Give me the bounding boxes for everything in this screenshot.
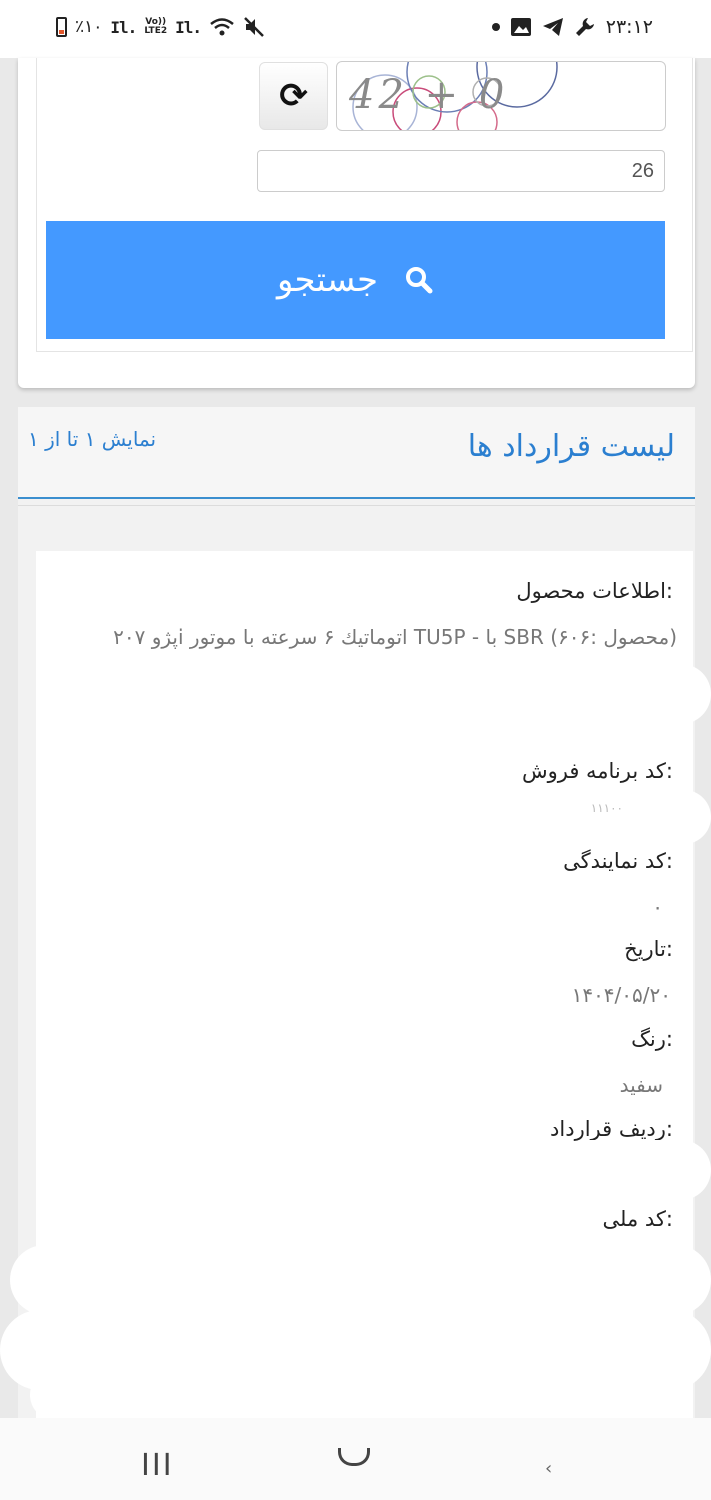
search-button[interactable]: جستجو: [46, 221, 665, 339]
product-label: اطلاعات محصول:: [516, 579, 673, 603]
list-count: نمایش ۱ تا از ۱: [28, 427, 157, 451]
date-label: تاریخ:: [624, 937, 673, 961]
agent-code-label: کد نمایندگی:: [563, 849, 673, 873]
signal-2-icon: Il.: [175, 17, 202, 37]
status-bar: ٪۱۰ Il. Vo)) LTE2 Il. ۲۳:۱۲: [0, 0, 711, 58]
redaction-mark: [640, 790, 711, 844]
wifi-icon: [210, 18, 234, 36]
redaction-mark: [30, 1370, 680, 1420]
product-value: پژو ۲۰۷i اتوماتیك ۶ سرعته با موتور TU5P …: [113, 625, 677, 649]
signal-icon: Il.: [110, 17, 137, 37]
recent-apps-icon[interactable]: III: [141, 1448, 174, 1483]
sale-code-label: کد برنامه فروش:: [521, 759, 673, 783]
captcha-image: 42 + 0: [336, 61, 666, 131]
national-code-label: کد ملی:: [602, 1207, 673, 1231]
volte-icon: Vo)) LTE2: [144, 17, 168, 36]
search-button-label: جستجو: [276, 260, 379, 300]
system-nav-bar: III ‹: [0, 1418, 711, 1500]
battery-icon: [56, 17, 67, 37]
redaction-mark: [612, 664, 711, 724]
redaction-mark: [560, 1140, 711, 1200]
list-divider: [18, 505, 695, 506]
refresh-icon: ⟳: [279, 76, 308, 116]
contract-row-label: ردیف قرارداد:: [550, 1117, 673, 1141]
battery-percent: ٪۱۰: [75, 17, 103, 37]
captcha-refresh-button[interactable]: ⟳: [259, 62, 328, 130]
search-icon: [406, 267, 433, 294]
color-label: رنگ:: [631, 1027, 673, 1051]
telegram-icon: [542, 18, 563, 36]
color-value: سفید: [619, 1073, 663, 1097]
agent-code-value: ۰: [652, 895, 663, 919]
redaction-mark: [10, 1245, 711, 1315]
status-left-group: ٪۱۰ Il. Vo)) LTE2 Il.: [56, 16, 265, 38]
captcha-answer-input[interactable]: 26: [257, 150, 665, 192]
wrench-icon: [575, 18, 594, 36]
date-value: ۱۴۰۴/۰۵/۲۰: [571, 983, 671, 1007]
list-title: لیست قرارداد ها: [467, 429, 675, 464]
captcha-text: 42 + 0: [349, 72, 509, 118]
mute-icon: [244, 17, 264, 37]
clock: ۲۳:۱۲: [605, 16, 653, 38]
image-icon: [510, 18, 531, 36]
sale-code-value: ۱۱۱۰۰: [590, 801, 623, 815]
home-icon[interactable]: [338, 1448, 370, 1466]
status-right-group: ۲۳:۱۲: [491, 16, 653, 38]
list-header: لیست قرارداد ها نمایش ۱ تا از ۱: [18, 407, 695, 499]
notification-dot-icon: [491, 23, 500, 31]
back-icon[interactable]: ‹: [545, 1458, 552, 1479]
